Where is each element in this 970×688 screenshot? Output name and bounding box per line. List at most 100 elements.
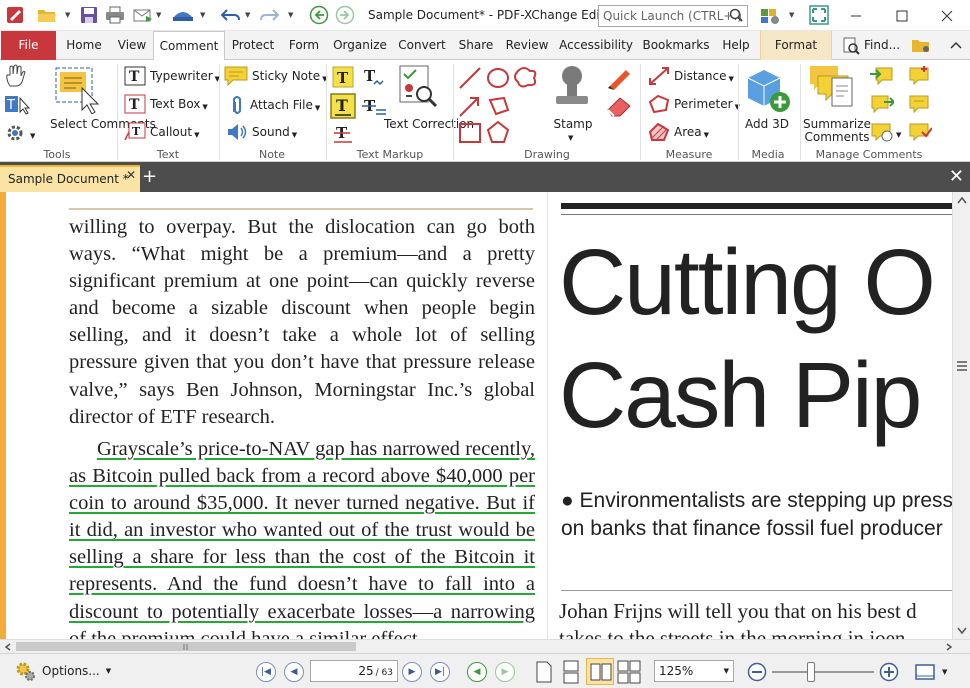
redo-dropdown-icon[interactable]: ▼ bbox=[288, 11, 293, 19]
tab-format[interactable]: Format bbox=[760, 31, 832, 60]
new-tab-button[interactable]: + bbox=[142, 168, 157, 186]
tab-protect[interactable]: Protect bbox=[228, 31, 278, 60]
tab-share[interactable]: Share bbox=[454, 31, 498, 60]
previous-view-button[interactable]: ◀ bbox=[467, 662, 487, 682]
zoom-out-icon[interactable] bbox=[747, 662, 767, 682]
select-comments-button[interactable] bbox=[52, 64, 106, 114]
collapse-ribbon-icon[interactable] bbox=[944, 31, 968, 60]
undo-dropdown-icon[interactable]: ▼ bbox=[245, 11, 250, 19]
tab-form[interactable]: Form bbox=[284, 31, 324, 60]
tab-home[interactable]: Home bbox=[62, 31, 106, 60]
email-icon[interactable] bbox=[132, 5, 154, 25]
tab-bookmarks[interactable]: Bookmarks bbox=[640, 31, 712, 60]
tab-organize[interactable]: Organize bbox=[330, 31, 390, 60]
app-logo-icon[interactable] bbox=[4, 5, 26, 25]
scan-dropdown-icon[interactable]: ▼ bbox=[200, 11, 205, 19]
hand-tool-button[interactable] bbox=[4, 64, 26, 88]
strikeout-text-button[interactable]: T bbox=[362, 96, 386, 118]
view-mode-icon[interactable] bbox=[915, 664, 935, 680]
perimeter-button[interactable]: Perimeter▼ bbox=[648, 94, 740, 114]
quick-launch-input[interactable]: Quick Launch (CTRL+.) bbox=[598, 5, 748, 27]
pencil-button[interactable] bbox=[606, 66, 632, 90]
next-view-button[interactable]: ▶ bbox=[495, 662, 515, 682]
facing-continuous-icon[interactable] bbox=[617, 660, 641, 684]
zoom-in-icon[interactable] bbox=[879, 662, 899, 682]
continuous-page-icon[interactable] bbox=[561, 660, 581, 684]
squiggly-text-button[interactable]: T bbox=[362, 66, 386, 88]
polygon-icon[interactable] bbox=[486, 120, 510, 143]
oval-icon[interactable] bbox=[487, 68, 509, 88]
underline-text-button[interactable]: T bbox=[330, 93, 356, 119]
open-dropdown-icon[interactable]: ▼ bbox=[65, 11, 70, 19]
scroll-right-icon[interactable] bbox=[945, 643, 953, 651]
view-mode-dropdown-icon[interactable]: ▼ bbox=[942, 668, 947, 676]
scroll-left-icon[interactable] bbox=[4, 643, 12, 651]
save-icon[interactable] bbox=[78, 5, 100, 25]
zoom-slider-track[interactable] bbox=[772, 671, 874, 673]
tab-view[interactable]: View bbox=[112, 31, 152, 60]
document-tab[interactable]: Sample Document * ✕ bbox=[0, 165, 140, 192]
close-window-button[interactable] bbox=[924, 0, 970, 31]
polyline-icon[interactable] bbox=[488, 96, 510, 116]
page-number-field[interactable]: 25/ 63 bbox=[310, 660, 398, 682]
tab-file[interactable]: File bbox=[1, 31, 56, 60]
distance-button[interactable]: Distance ▼ bbox=[648, 66, 734, 86]
options-button[interactable]: Options... ▼ bbox=[14, 660, 111, 682]
horizontal-scrollbar[interactable] bbox=[0, 639, 970, 653]
attach-file-button[interactable]: Attach File ▼ bbox=[228, 94, 320, 116]
tab-convert[interactable]: Convert bbox=[396, 31, 448, 60]
facing-pages-button[interactable] bbox=[586, 658, 614, 685]
next-page-button[interactable]: ▶ bbox=[402, 662, 422, 682]
find-folder-icon[interactable] bbox=[908, 31, 934, 60]
zoom-slider-thumb[interactable] bbox=[806, 662, 815, 682]
tool-dropdown-icon[interactable]: ▼ bbox=[30, 132, 35, 140]
text-box-button[interactable]: T Text Box ▼ bbox=[124, 94, 208, 114]
document-viewport[interactable]: willing to overpay. But the dislocation … bbox=[0, 192, 970, 650]
comment-styles-dropdown-icon[interactable]: ▼ bbox=[896, 131, 901, 139]
highlight-text-button[interactable]: T bbox=[332, 66, 354, 88]
sound-button[interactable]: Sound ▼ bbox=[226, 122, 297, 142]
sticky-note-button[interactable]: Sticky Note ▼ bbox=[224, 66, 328, 86]
previous-page-button[interactable]: ◀ bbox=[284, 662, 304, 682]
zoom-select[interactable]: 125% ▼ bbox=[654, 660, 734, 682]
import-comments-button[interactable] bbox=[870, 66, 894, 86]
fullscreen-icon[interactable] bbox=[808, 5, 830, 25]
forward-nav-icon[interactable] bbox=[334, 5, 356, 25]
line-icon[interactable] bbox=[459, 67, 481, 89]
close-tab-icon[interactable]: ✕ bbox=[126, 168, 136, 182]
ui-options-icon[interactable] bbox=[760, 5, 782, 25]
tab-review[interactable]: Review bbox=[502, 31, 552, 60]
vertical-scrollbar[interactable] bbox=[952, 192, 970, 639]
comments-list-button[interactable] bbox=[908, 122, 932, 142]
export-comments-button[interactable] bbox=[870, 94, 894, 114]
scroll-down-icon[interactable] bbox=[957, 627, 967, 635]
underlined-paragraph[interactable]: Grayscale’s price-to-NAV gap has narrowe… bbox=[69, 436, 535, 653]
cloud-icon[interactable] bbox=[514, 67, 537, 88]
typewriter-button[interactable]: T Typewriter ▼ bbox=[124, 66, 220, 86]
zoom-dropdown-icon[interactable]: ▼ bbox=[724, 667, 729, 675]
tab-accessibility[interactable]: Accessibility bbox=[556, 31, 636, 60]
stamp-button[interactable] bbox=[554, 64, 590, 112]
print-icon[interactable] bbox=[104, 5, 126, 25]
open-folder-icon[interactable] bbox=[36, 5, 58, 25]
add-3d-button[interactable] bbox=[744, 66, 792, 114]
options-dropdown-icon[interactable]: ▼ bbox=[106, 667, 111, 675]
split-view-icon[interactable] bbox=[956, 352, 968, 380]
first-page-button[interactable]: |◀ bbox=[256, 662, 276, 682]
tab-comment[interactable]: Comment bbox=[153, 31, 225, 61]
summarize-comments-button[interactable] bbox=[808, 64, 860, 112]
redo-icon[interactable] bbox=[258, 5, 280, 25]
text-correction-button[interactable] bbox=[396, 64, 438, 112]
scan-icon[interactable] bbox=[172, 5, 194, 25]
stamp-dropdown-icon[interactable]: ▼ bbox=[568, 134, 573, 142]
eraser-button[interactable] bbox=[606, 94, 632, 118]
arrow-icon[interactable] bbox=[459, 97, 479, 117]
minimize-button[interactable] bbox=[833, 0, 879, 31]
maximize-button[interactable] bbox=[879, 0, 925, 31]
single-page-icon[interactable] bbox=[535, 661, 553, 683]
last-page-button[interactable]: ▶| bbox=[430, 662, 450, 682]
rectangle-icon[interactable] bbox=[459, 123, 481, 143]
comment-styles-button[interactable]: ▼ bbox=[870, 122, 901, 142]
tab-help[interactable]: Help bbox=[716, 31, 756, 60]
area-button[interactable]: Area ▼ bbox=[648, 122, 709, 142]
